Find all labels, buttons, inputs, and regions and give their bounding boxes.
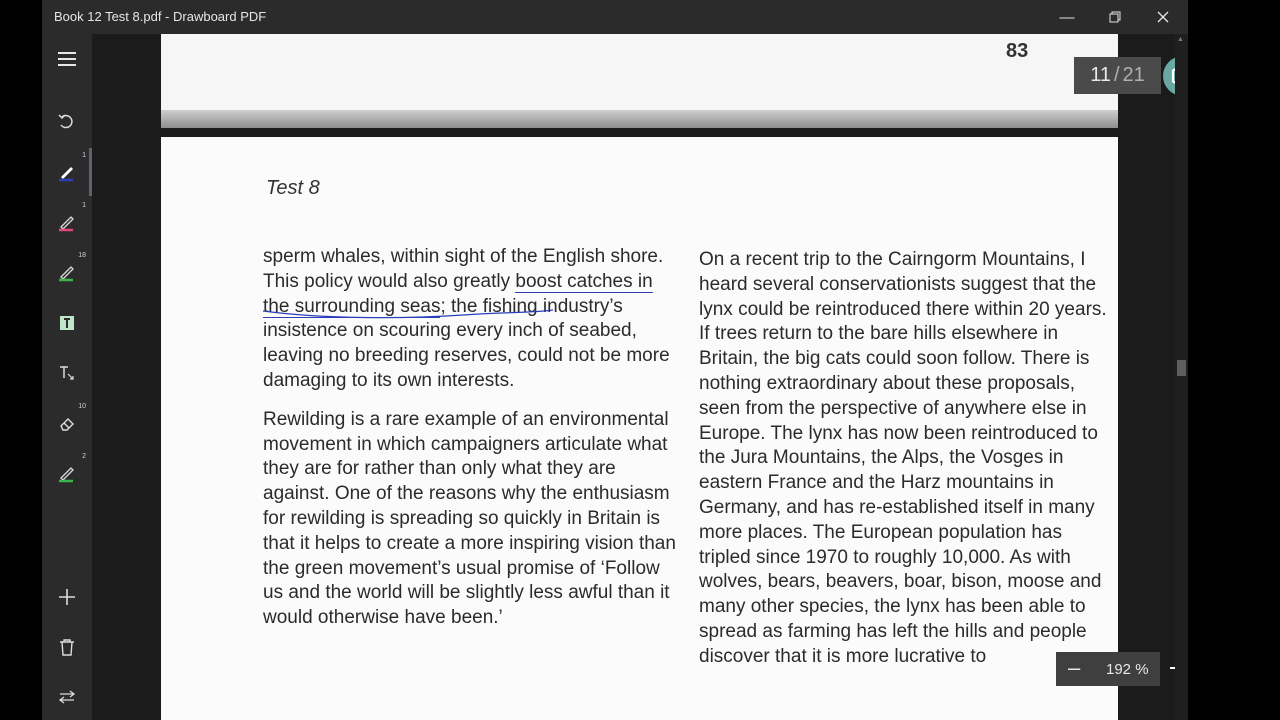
app-window: Book 12 Test 8.pdf - Drawboard PDF — 1 1… [42, 0, 1188, 720]
hamburger-icon [58, 52, 76, 66]
pen-icon [59, 266, 74, 282]
paragraph: On a recent trip to the Cairngorm Mounta… [699, 249, 1107, 667]
current-page-number: 11 [1090, 64, 1111, 86]
pen-tool-green-2[interactable]: 2 [54, 453, 86, 486]
eraser-tool[interactable]: 10 [54, 403, 86, 436]
document-viewer[interactable]: 83 Test 8 sperm whales, within sight of … [92, 34, 1175, 720]
total-pages: 21 [1122, 64, 1145, 86]
zoom-level: 192 % [1106, 661, 1149, 678]
close-icon [1157, 11, 1169, 23]
tool-sidebar: 1 1 18 10 2 [42, 34, 92, 720]
maximize-button[interactable] [1092, 0, 1138, 34]
add-button[interactable] [54, 584, 80, 610]
delete-button[interactable] [54, 634, 80, 660]
text-column-right: On a recent trip to the Cairngorm Mounta… [699, 248, 1109, 684]
pen-tool-blue[interactable]: 1 [54, 152, 86, 185]
tool-badge: 18 [78, 252, 86, 259]
restore-icon [1109, 11, 1121, 23]
pen-icon [59, 216, 74, 232]
paragraph: Rewilding is a rare example of an enviro… [263, 408, 676, 629]
vertical-scrollbar[interactable]: ▲ [1175, 34, 1188, 720]
tool-badge: 1 [82, 202, 86, 209]
zoom-in-button[interactable] [1165, 655, 1175, 681]
undo-button[interactable] [54, 109, 80, 135]
tool-badge: 10 [78, 403, 86, 410]
page-edge [161, 110, 1118, 128]
scroll-up-icon[interactable]: ▲ [1177, 36, 1184, 43]
title-bar: Book 12 Test 8.pdf - Drawboard PDF — [42, 0, 1188, 34]
text-column-left: sperm whales, within sight of the Englis… [263, 245, 683, 645]
ink-underline [263, 309, 554, 319]
pen-icon [59, 467, 74, 483]
minimize-button[interactable]: — [1044, 0, 1090, 34]
close-button[interactable] [1140, 0, 1186, 34]
highlighter-icon [60, 316, 74, 330]
quick-tools-button[interactable] [1163, 56, 1175, 96]
menu-button[interactable] [54, 46, 80, 72]
page-indicator[interactable]: 11 / 21 [1074, 57, 1161, 94]
plus-icon [59, 589, 75, 605]
minimize-icon: — [1059, 8, 1075, 26]
page-separator: / [1113, 64, 1120, 86]
previous-page: 83 [161, 34, 1118, 110]
text-tool[interactable] [54, 360, 80, 386]
text-icon [60, 366, 74, 380]
window-title: Book 12 Test 8.pdf - Drawboard PDF [54, 9, 267, 24]
swap-sides-button[interactable] [54, 684, 80, 710]
tool-badge: 2 [82, 453, 86, 460]
eraser-icon [60, 418, 74, 431]
page-heading: Test 8 [266, 177, 320, 199]
swap-arrows-icon [58, 690, 76, 704]
page-number-print: 83 [1006, 40, 1029, 62]
highlighter-tool[interactable] [54, 310, 80, 336]
zoom-control: – 192 % [1056, 652, 1160, 686]
trash-icon [60, 639, 74, 656]
undo-icon [58, 114, 73, 129]
scrollbar-thumb[interactable] [1177, 360, 1186, 376]
pen-icon [59, 167, 73, 182]
pen-tool-pink[interactable]: 1 [54, 202, 86, 235]
zoom-out-button[interactable]: – [1068, 655, 1080, 681]
current-page[interactable]: Test 8 sperm whales, within sight of the… [161, 137, 1118, 720]
tool-badge: 1 [82, 152, 86, 159]
pen-tool-green[interactable]: 18 [54, 252, 86, 285]
